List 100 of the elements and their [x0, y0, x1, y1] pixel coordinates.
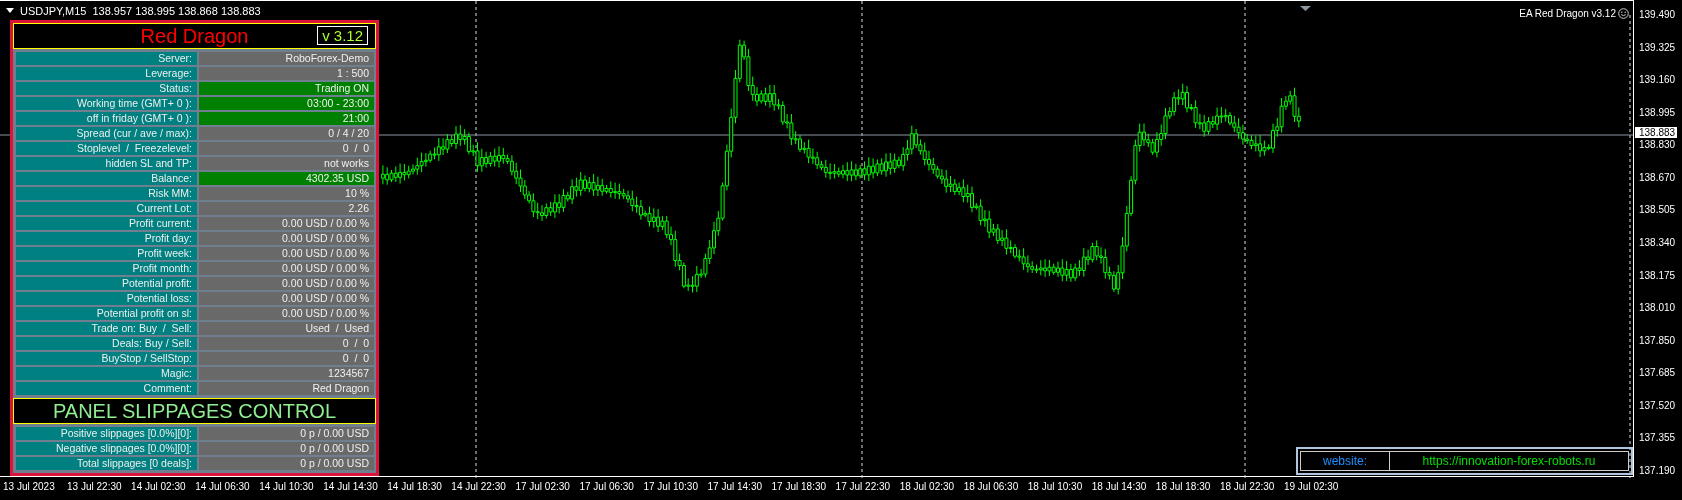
price-label: 138.340	[1638, 235, 1677, 249]
row-label: Profit current:	[16, 217, 197, 230]
time-label: 13 Jul 2023	[3, 480, 56, 494]
row-value: 0 / 0	[199, 142, 374, 155]
row-value: 0 p / 0.00 USD	[199, 442, 374, 455]
price-label: 138.830	[1638, 138, 1677, 152]
time-label: 18 Jul 22:30	[1219, 480, 1276, 494]
price-label: 137.190	[1638, 463, 1677, 477]
row-value: 0 / 0	[199, 337, 374, 350]
price-label: 139.160	[1638, 73, 1677, 87]
row-value: 0 p / 0.00 USD	[199, 427, 374, 440]
version-badge: v 3.12	[317, 26, 368, 45]
row-label: Negative slippages [0.0%][0]:	[16, 442, 197, 455]
row-label: Potential loss:	[16, 292, 197, 305]
price-label: 139.325	[1638, 40, 1677, 54]
row-value: 0.00 USD / 0.00 %	[199, 217, 374, 230]
time-label: 18 Jul 10:30	[1027, 480, 1084, 494]
time-label: 18 Jul 06:30	[963, 480, 1020, 494]
section-title: PANEL SLIPPAGES CONTROL	[13, 398, 376, 424]
row-label: Total slippages [0 deals]:	[16, 457, 197, 470]
row-value: 10 %	[199, 187, 374, 200]
row-value: 0.00 USD / 0.00 %	[199, 247, 374, 260]
time-label: 17 Jul 02:30	[515, 480, 571, 494]
row-label: Server:	[16, 52, 197, 65]
row-value: 0 / 4 / 20	[199, 127, 374, 140]
row-label: Potential profit:	[16, 277, 197, 290]
time-label: 14 Jul 02:30	[131, 480, 187, 494]
price-label: 138.010	[1638, 301, 1677, 315]
price-label: 137.850	[1638, 333, 1677, 347]
quote-values: 138.957 138.995 138.868 138.883	[92, 5, 261, 17]
row-label: Spread (cur / ave / max):	[16, 127, 197, 140]
time-label: 18 Jul 14:30	[1091, 480, 1148, 494]
time-label: 14 Jul 10:30	[259, 480, 315, 494]
row-label: BuyStop / SellStop:	[16, 352, 197, 365]
row-value: 0.00 USD / 0.00 %	[199, 277, 374, 290]
row-label: Current Lot:	[16, 202, 197, 215]
row-label: Trade on: Buy / Sell:	[16, 322, 197, 335]
row-value: 1 : 500	[199, 67, 374, 80]
time-label: 14 Jul 06:30	[195, 480, 251, 494]
row-value: Trading ON	[199, 82, 374, 95]
row-value: 0 p / 0.00 USD	[199, 457, 374, 470]
row-value: 03:00 - 23:00	[199, 97, 374, 110]
time-label: 17 Jul 18:30	[771, 480, 828, 494]
price-label: 137.355	[1638, 431, 1677, 445]
row-value: RoboForex-Demo	[199, 52, 374, 65]
time-label: 19 Jul 02:30	[1283, 480, 1340, 494]
time-label: 17 Jul 10:30	[643, 480, 699, 494]
symbol-label: USDJPY,M15	[20, 5, 87, 17]
row-label: Status:	[16, 82, 197, 95]
row-label: Balance:	[16, 172, 197, 185]
row-label: Risk MM:	[16, 187, 197, 200]
current-price-label: 138.883	[1635, 127, 1678, 138]
row-label: Deals: Buy / Sell:	[16, 337, 197, 350]
row-value: 4302.35 USD	[199, 172, 374, 185]
row-value: 0 / 0	[199, 352, 374, 365]
time-label: 18 Jul 18:30	[1155, 480, 1212, 494]
time-label: 17 Jul 22:30	[835, 480, 892, 494]
price-label: 138.670	[1638, 170, 1677, 184]
price-label: 137.520	[1638, 398, 1677, 412]
row-label: Potential profit on sl:	[16, 307, 197, 320]
smiley-icon	[1618, 8, 1629, 19]
row-label: Profit week:	[16, 247, 197, 260]
time-label: 17 Jul 14:30	[707, 480, 763, 494]
time-label: 17 Jul 06:30	[579, 480, 635, 494]
time-label: 14 Jul 14:30	[323, 480, 379, 494]
row-label: Profit day:	[16, 232, 197, 245]
row-value: 0.00 USD / 0.00 %	[199, 232, 374, 245]
price-label: 137.685	[1638, 366, 1677, 380]
website-label: website:	[1300, 451, 1390, 471]
time-label: 18 Jul 02:30	[899, 480, 956, 494]
row-label: Leverage:	[16, 67, 197, 80]
row-label: Magic:	[16, 367, 197, 380]
row-label: Profit month:	[16, 262, 197, 275]
time-label: 14 Jul 18:30	[387, 480, 443, 494]
row-value: 1234567	[199, 367, 374, 380]
dropdown-icon[interactable]	[6, 8, 14, 14]
marker-icon	[1300, 6, 1311, 11]
expert-label: EA Red Dragon v3.12	[1519, 8, 1616, 19]
row-value: 21:00	[199, 112, 374, 125]
time-label: 13 Jul 22:30	[67, 480, 123, 494]
row-label: Working time (GMT+ 0 ):	[16, 97, 197, 110]
row-label: Stoplevel / Freezelevel:	[16, 142, 197, 155]
row-label: hidden SL and TP:	[16, 157, 197, 170]
price-label: 139.490	[1638, 8, 1677, 21]
price-label: 138.505	[1638, 203, 1677, 217]
row-value: Used / Used	[199, 322, 374, 335]
row-label: Comment:	[16, 382, 197, 395]
row-label: off in friday (GMT+ 0 ):	[16, 112, 197, 125]
time-label: 14 Jul 22:30	[451, 480, 507, 494]
website-link[interactable]: https://innovation-forex-robots.ru	[1390, 451, 1629, 471]
price-label: 138.995	[1638, 105, 1677, 119]
row-value: 0.00 USD / 0.00 %	[199, 292, 374, 305]
row-value: not works	[199, 157, 374, 170]
panel-title: Red Dragon	[140, 24, 249, 48]
row-value: 2.26	[199, 202, 374, 215]
row-value: 0.00 USD / 0.00 %	[199, 307, 374, 320]
price-label: 138.175	[1638, 268, 1677, 282]
row-value: 0.00 USD / 0.00 %	[199, 262, 374, 275]
row-value: Red Dragon	[199, 382, 374, 395]
row-label: Positive slippages [0.0%][0]:	[16, 427, 197, 440]
